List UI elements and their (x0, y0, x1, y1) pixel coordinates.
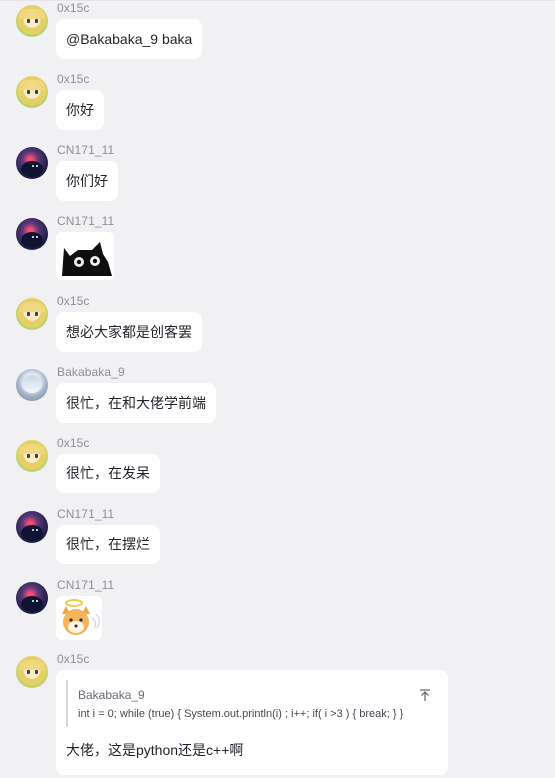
user-avatar[interactable] (16, 369, 48, 401)
user-avatar[interactable] (16, 5, 48, 37)
sender-name[interactable]: Bakabaka_9 (57, 365, 125, 379)
black-cat-sticker[interactable] (56, 232, 114, 280)
quoted-author: Bakabaka_9 (78, 688, 145, 702)
message-bubble: 很忙，在摆烂 (56, 525, 160, 564)
sender-name[interactable]: 0x15c (57, 652, 90, 666)
collapse-arrow-icon[interactable] (417, 688, 433, 702)
user-avatar[interactable] (16, 218, 48, 250)
chat-feed: 0x15c @Bakabaka_9 baka 0x15c 你好 CN171_11… (0, 0, 555, 778)
sender-name[interactable]: 0x15c (57, 72, 90, 86)
angel-dog-sticker[interactable] (56, 596, 102, 640)
user-avatar[interactable] (16, 656, 48, 688)
sender-name[interactable]: CN171_11 (57, 143, 114, 157)
user-avatar[interactable] (16, 76, 48, 108)
user-avatar[interactable] (16, 298, 48, 330)
message-bubble: 你好 (56, 90, 104, 130)
message-bubble: @Bakabaka_9 baka (56, 19, 203, 59)
user-avatar[interactable] (16, 511, 48, 543)
sender-name[interactable]: 0x15c (57, 294, 90, 308)
reply-message-bubble: Bakabaka_9 int i = 0; while (true) { Sys… (56, 670, 448, 775)
quoted-code: int i = 0; while (true) { System.out.pri… (78, 708, 404, 720)
sender-name[interactable]: CN171_11 (57, 507, 114, 521)
user-avatar[interactable] (16, 582, 48, 614)
user-avatar[interactable] (16, 440, 48, 472)
quoted-message[interactable]: Bakabaka_9 int i = 0; while (true) { Sys… (66, 680, 440, 727)
sender-name[interactable]: CN171_11 (57, 214, 114, 228)
sender-name[interactable]: 0x15c (57, 1, 90, 15)
message-bubble: 很忙，在发呆 (56, 454, 160, 493)
sender-name[interactable]: CN171_11 (57, 578, 114, 592)
message-bubble: 你们好 (56, 161, 118, 201)
message-bubble: 很忙，在和大佬学前端 (56, 383, 216, 423)
reply-text: 大佬，这是python还是c++啊 (66, 742, 244, 758)
user-avatar[interactable] (16, 147, 48, 179)
message-bubble: 想必大家都是创客罢 (56, 312, 202, 352)
sender-name[interactable]: 0x15c (57, 436, 90, 450)
